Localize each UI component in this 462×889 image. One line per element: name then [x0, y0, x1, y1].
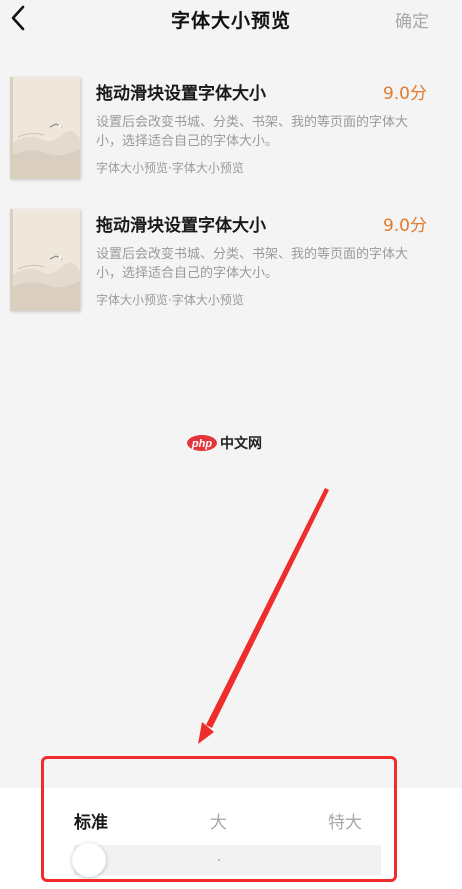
slider-tick-mark: [218, 859, 220, 861]
book-cover-image: [10, 77, 80, 179]
page-title: 字体大小预览: [170, 10, 291, 32]
book-item[interactable]: 拖动滑块设置字体大小 9.0分 设置后会改变书城、分类、书架、我的等页面的字体大…: [0, 77, 462, 187]
font-size-panel: 标准 大 特大: [0, 788, 462, 889]
book-description: 设置后会改变书城、分类、书架、我的等页面的字体大小，选择适合自己的字体大小。: [96, 247, 409, 281]
book-item[interactable]: 拖动滑块设置字体大小 9.0分 设置后会改变书城、分类、书架、我的等页面的字体大…: [0, 209, 462, 319]
book-tags: 字体大小预览·字体大小预览: [96, 161, 244, 175]
book-cover-image: [10, 209, 80, 311]
top-bar: 字体大小预览 确定: [0, 0, 462, 40]
book-title: 拖动滑块设置字体大小: [96, 216, 266, 236]
php-watermark-logo: php 中文网: [186, 432, 276, 454]
size-option-standard[interactable]: 标准: [74, 808, 108, 833]
size-option-large[interactable]: 大: [210, 808, 227, 833]
font-size-slider-thumb[interactable]: [72, 843, 106, 877]
watermark-text: 中文网: [220, 435, 262, 452]
book-score: 9.0分: [382, 84, 427, 104]
book-tags: 字体大小预览·字体大小预览: [96, 293, 244, 307]
font-size-slider-track[interactable]: [72, 843, 381, 877]
book-description: 设置后会改变书城、分类、书架、我的等页面的字体大小，选择适合自己的字体大小。: [96, 115, 409, 149]
watermark-brand: php: [191, 438, 212, 450]
size-option-xlarge[interactable]: 特大: [328, 808, 362, 833]
book-title: 拖动滑块设置字体大小: [96, 84, 266, 104]
book-score: 9.0分: [382, 216, 427, 236]
confirm-button[interactable]: 确定: [395, 7, 429, 32]
